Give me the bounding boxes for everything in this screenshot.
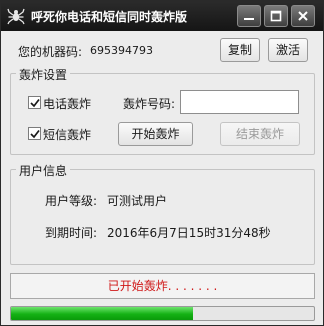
checkmark-icon <box>30 98 40 108</box>
status-text: 已开始轰炸. . . . . . . <box>10 273 315 299</box>
stop-bomb-button[interactable]: 结束轰炸 <box>220 122 300 146</box>
copy-button[interactable]: 复制 <box>220 38 260 62</box>
minimize-icon <box>244 18 254 20</box>
close-icon <box>298 11 308 21</box>
user-level-label: 用户等级: <box>45 194 98 208</box>
window-title: 呼死你电话和短信同时轰炸版 <box>31 10 188 24</box>
title-bar[interactable]: 呼死你电话和短信同时轰炸版 <box>1 1 323 31</box>
expiry-label: 到期时间: <box>45 226 98 240</box>
phone-bomb-checkbox[interactable] <box>28 96 41 109</box>
bomb-number-input[interactable] <box>180 90 299 114</box>
expiry-value: 2016年6月7日15时31分48秒 <box>107 226 271 240</box>
sms-bomb-checkbox[interactable] <box>28 127 41 140</box>
spider-icon <box>7 7 25 25</box>
user-info-group <box>10 169 315 265</box>
user-level-value: 可测试用户 <box>107 194 168 208</box>
maximize-icon <box>270 10 282 22</box>
progress-bar <box>10 306 315 321</box>
sms-bomb-label[interactable]: 短信轰炸 <box>43 126 91 143</box>
checkmark-icon <box>30 129 40 139</box>
app-window: 呼死你电话和短信同时轰炸版 您的机器码: 695394793 复制 激活 轰炸设… <box>0 0 324 326</box>
progress-fill <box>11 307 193 320</box>
bomb-number-label: 轰炸号码: <box>123 97 176 111</box>
maximize-button[interactable] <box>264 5 288 27</box>
user-info-title: 用户信息 <box>16 162 71 179</box>
phone-bomb-label[interactable]: 电话轰炸 <box>43 95 91 112</box>
activate-button[interactable]: 激活 <box>268 38 308 62</box>
close-button[interactable] <box>291 5 315 27</box>
bomb-settings-title: 轰炸设置 <box>16 66 71 83</box>
machine-code-value: 695394793 <box>90 44 153 57</box>
machine-code-label: 您的机器码: <box>18 45 83 59</box>
minimize-button[interactable] <box>237 5 261 27</box>
start-bomb-button[interactable]: 开始轰炸 <box>118 122 193 146</box>
